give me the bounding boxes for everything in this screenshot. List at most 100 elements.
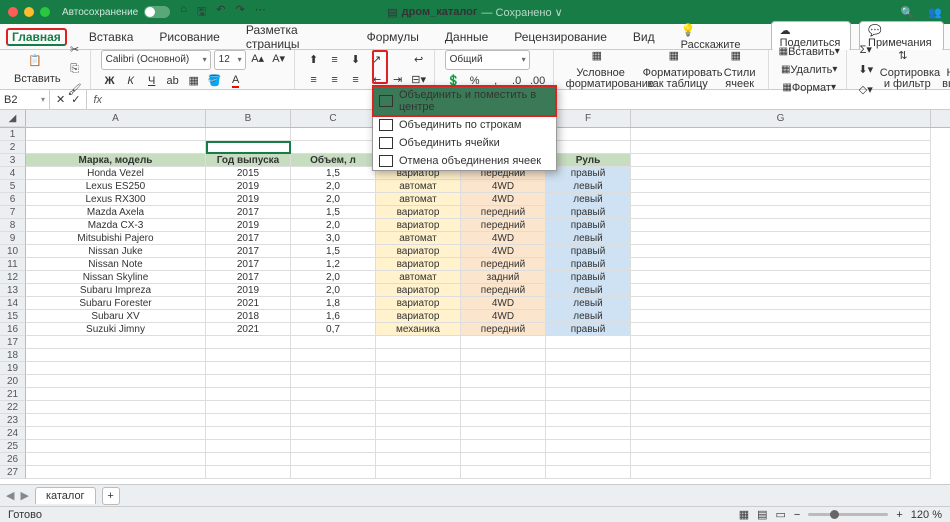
cell[interactable]: 2019 [206,284,291,297]
cell[interactable]: вариатор [376,206,461,219]
conditional-format-button[interactable]: ▦Условное форматирование [564,49,638,90]
font-select[interactable]: Calibri (Основной) [101,50,211,70]
cell[interactable] [631,388,931,401]
merge-across-item[interactable]: Объединить по строкам [373,116,556,134]
cell[interactable]: 2021 [206,297,291,310]
align-bottom-icon[interactable]: ⬇ [347,51,365,69]
col-header-f[interactable]: F [546,110,631,127]
cell[interactable] [206,336,291,349]
fx-label[interactable]: fx [87,94,108,106]
cell[interactable] [631,219,931,232]
align-top-icon[interactable]: ⬆ [305,51,323,69]
align-right-icon[interactable]: ≡ [347,71,365,89]
cell[interactable]: 2017 [206,258,291,271]
save-icon[interactable]: 🖫 [197,3,206,22]
format-table-button[interactable]: ▦Форматировать как таблицу [641,49,715,90]
row-header[interactable]: 14 [0,297,26,310]
unmerge-item[interactable]: Отмена объединения ячеек [373,152,556,170]
cell[interactable] [26,427,206,440]
cell[interactable] [631,154,931,167]
cell[interactable] [631,453,931,466]
cell[interactable] [631,401,931,414]
cell[interactable] [631,128,931,141]
cell[interactable] [631,427,931,440]
row-header[interactable]: 7 [0,206,26,219]
cell[interactable] [291,440,376,453]
cell[interactable]: 1,6 [291,310,376,323]
cell[interactable]: правый [546,167,631,180]
cell[interactable]: передний [461,219,546,232]
cell[interactable] [546,141,631,154]
fill-color-icon[interactable]: 🪣 [206,72,224,90]
col-header-a[interactable]: A [26,110,206,127]
sheet-tab[interactable]: каталог [35,487,96,504]
cell[interactable] [376,466,461,479]
cell[interactable] [206,453,291,466]
cell[interactable]: 4WD [461,310,546,323]
cell[interactable] [546,362,631,375]
cell[interactable]: 3,0 [291,232,376,245]
merge-center-item[interactable]: Объединить и поместить в центре [373,86,556,116]
cell[interactable] [461,453,546,466]
row-header[interactable]: 24 [0,427,26,440]
cell[interactable] [631,362,931,375]
cell[interactable] [291,349,376,362]
cell[interactable]: 4WD [461,245,546,258]
cell[interactable] [376,414,461,427]
cell[interactable]: вариатор [376,258,461,271]
cell[interactable]: автомат [376,232,461,245]
cell[interactable] [376,336,461,349]
cell[interactable]: Lexus RX300 [26,193,206,206]
tell-me[interactable]: 💡 Расскажите [677,21,753,53]
number-format-select[interactable]: Общий [445,50,530,70]
cell[interactable] [26,336,206,349]
cell[interactable]: 2015 [206,167,291,180]
cell[interactable] [26,401,206,414]
tab-data[interactable]: Данные [441,28,492,46]
cell[interactable]: передний [461,323,546,336]
cell[interactable] [546,388,631,401]
cell[interactable]: 2021 [206,323,291,336]
cell[interactable]: передний [461,258,546,271]
cell[interactable]: механика [376,323,461,336]
cancel-formula-icon[interactable]: ✕ [56,93,65,106]
redo-icon[interactable]: ↷ [235,3,244,22]
cell[interactable]: правый [546,258,631,271]
row-header[interactable]: 8 [0,219,26,232]
cell[interactable] [291,414,376,427]
cell[interactable] [206,466,291,479]
cell[interactable] [546,440,631,453]
cell[interactable] [631,193,931,206]
cell[interactable] [631,375,931,388]
cell[interactable]: 1,2 [291,258,376,271]
cell[interactable] [461,440,546,453]
cell[interactable] [206,375,291,388]
select-all-corner[interactable]: ◢ [0,110,26,127]
cell[interactable]: левый [546,232,631,245]
cell[interactable] [26,466,206,479]
cell[interactable]: Mitsubishi Pajero [26,232,206,245]
row-header[interactable]: 23 [0,414,26,427]
cell[interactable]: вариатор [376,297,461,310]
font-color-icon[interactable]: A [227,72,245,90]
cell[interactable] [26,362,206,375]
cell[interactable] [631,466,931,479]
cell[interactable]: 2018 [206,310,291,323]
cell[interactable]: 2019 [206,180,291,193]
cell[interactable]: Nissan Juke [26,245,206,258]
tab-draw[interactable]: Рисование [155,28,223,46]
cell[interactable] [376,349,461,362]
cell[interactable] [546,401,631,414]
cell[interactable] [461,375,546,388]
cell[interactable]: 2017 [206,271,291,284]
cell[interactable] [291,141,376,154]
sheet-nav-right[interactable]: ▶ [20,489,28,502]
cell[interactable] [26,440,206,453]
row-header[interactable]: 1 [0,128,26,141]
cell[interactable] [631,258,931,271]
cell[interactable] [461,349,546,362]
cell[interactable]: Subaru XV [26,310,206,323]
col-header-c[interactable]: C [291,110,376,127]
cell[interactable] [461,388,546,401]
align-center-icon[interactable]: ≡ [326,71,344,89]
